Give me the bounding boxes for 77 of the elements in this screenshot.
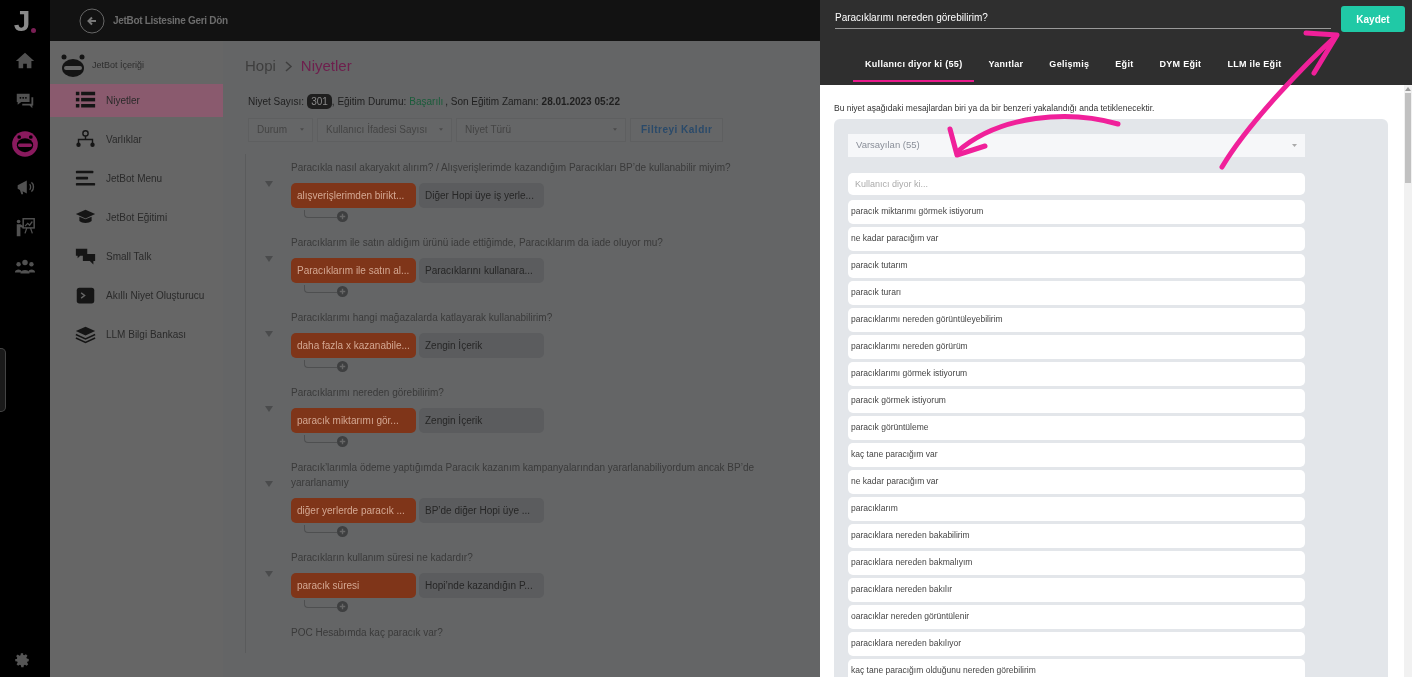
logo: J (13, 6, 31, 36)
add-icon[interactable] (337, 525, 348, 537)
settings-icon[interactable] (13, 651, 31, 669)
robot-icon (60, 53, 86, 79)
expression-tag[interactable]: diğer yerlerde paracık ... (291, 497, 416, 523)
utterance-item[interactable]: kaç tane paracığım olduğunu nereden görebilirim (848, 658, 1305, 677)
response-tag[interactable]: Hopi’nde kazandığın P... (419, 572, 544, 598)
sidebar-item[interactable]: Varlıklar (50, 123, 223, 156)
breadcrumb-current: Niyetler (300, 56, 352, 76)
terminal-icon (75, 285, 96, 306)
utterance-item[interactable]: paracıklarımı nereden görürüm (848, 334, 1305, 359)
panel-tab[interactable]: Eğit (1103, 50, 1146, 82)
utterance-item[interactable]: paracıklarımı görmek istiyorum (848, 361, 1305, 386)
expression-tag[interactable]: alışverişlerimden birikt... (291, 182, 416, 208)
add-icon[interactable] (337, 435, 348, 447)
scroll-up-icon[interactable] (1405, 87, 1411, 91)
sidebar-item[interactable]: JetBot Eğitimi (50, 201, 223, 234)
last-training-label: , Son Eğitim Zamanı: (445, 94, 539, 109)
expression-tag[interactable]: daha fazla x kazanabile... (291, 332, 416, 358)
sidebar-item[interactable]: Akıllı Niyet Oluşturucu (50, 279, 223, 312)
sidebar-item[interactable]: Niyetler (50, 84, 223, 117)
back-link[interactable]: JetBot Listesine Geri Dön (113, 13, 228, 28)
last-training-time: 28.01.2023 05:22 (541, 94, 620, 109)
utterance-item[interactable]: paracık miktarımı görmek istiyorum (848, 199, 1305, 224)
utterance-item[interactable]: paracık tutarım (848, 253, 1305, 278)
layers-icon (75, 324, 96, 345)
sidebar-item[interactable]: LLM Bilgi Bankası (50, 318, 223, 351)
utterance-item[interactable]: oaracıklar nereden görüntülenir (848, 604, 1305, 629)
panel-tab[interactable]: DYM Eğit (1147, 50, 1214, 82)
group-select[interactable]: Varsayılan (55) (848, 133, 1305, 157)
utterance-item[interactable]: paracık görmek istiyorum (848, 388, 1305, 413)
robot-icon[interactable] (11, 130, 39, 158)
add-icon[interactable] (337, 600, 348, 612)
utterance-item[interactable]: paracıklara nereden bakabilirim (848, 523, 1305, 548)
utterance-item[interactable]: ne kadar paracığım var (848, 469, 1305, 494)
chevron-right-icon (283, 60, 293, 72)
panel-tab[interactable]: Gelişmiş (1037, 50, 1102, 82)
utterance-item[interactable]: paracıklara nereden bakmalıyım (848, 550, 1305, 575)
intent-count-badge: 301 (307, 93, 332, 109)
scrollbar[interactable] (1404, 85, 1412, 677)
expression-tag[interactable]: paracık süresi (291, 572, 416, 598)
utterance-item[interactable]: paracıklara nereden bakılıyor (848, 631, 1305, 656)
panel-tab[interactable]: LLM ile Eğit (1215, 50, 1294, 82)
collapse-toggle-icon[interactable] (265, 255, 273, 262)
collapse-toggle-icon[interactable] (265, 405, 273, 412)
utterance-item[interactable]: paracıklarımı nereden görüntüleyebilirim (848, 307, 1305, 332)
utterance-item[interactable]: ne kadar paracığım var (848, 226, 1305, 251)
expression-tag[interactable]: paracık miktarımı gör... (291, 407, 416, 433)
add-icon[interactable] (337, 360, 348, 372)
utterance-input[interactable]: Kullanıcı diyor ki... (848, 172, 1305, 195)
intent-count-label: Niyet Sayısı: (248, 94, 305, 109)
utterance-item[interactable]: paracıklarım (848, 496, 1305, 521)
collapse-toggle-icon[interactable] (265, 480, 273, 487)
panel-tab[interactable]: Yanıtlar (976, 50, 1036, 82)
caret-icon (1292, 143, 1297, 147)
sidebar-item[interactable]: Small Talk (50, 240, 223, 273)
panel-tab[interactable]: Kullanıcı diyor ki (55) (853, 50, 975, 82)
utterance-item[interactable]: paracık turarı (848, 280, 1305, 305)
side-handle[interactable] (0, 348, 6, 412)
training-status: Başarılı (409, 94, 444, 109)
training-status-label: , Eğitim Durumu: (331, 94, 407, 109)
collapse-toggle-icon[interactable] (265, 570, 273, 577)
collapse-toggle-icon[interactable] (265, 180, 273, 187)
collapse-toggle-icon[interactable] (265, 330, 273, 337)
title-field[interactable]: Paracıklarımı nereden görebilirim? (835, 6, 1331, 29)
utterance-item[interactable]: kaç tane paracığım var (848, 442, 1305, 467)
description-text: Bu niyet aşağıdaki mesajlardan biri ya da bir benzeri yakalandığı anda tetiklenecektir. (834, 102, 1156, 115)
expression-tag[interactable]: Paracıklarım ile satın al... (291, 257, 416, 283)
utterance-item[interactable]: paracık görüntüleme (848, 415, 1305, 440)
list-icon (75, 90, 96, 111)
add-icon[interactable] (337, 210, 348, 222)
sidebar-item[interactable]: JetBot Menu (50, 162, 223, 195)
hierarchy-icon (75, 129, 96, 150)
utterance-item[interactable]: paracıklara nereden bakılır (848, 577, 1305, 602)
menu-icon (75, 168, 96, 189)
teacher-board-icon[interactable] (14, 216, 36, 238)
add-icon[interactable] (337, 285, 348, 297)
